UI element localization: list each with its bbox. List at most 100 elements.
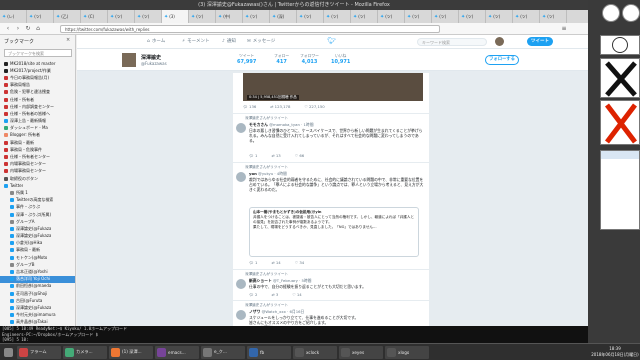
browser-tab[interactable]: ✦ (ツ) <box>513 10 540 23</box>
browser-tab[interactable]: ✦ (ツ) <box>27 10 54 23</box>
reply-icon[interactable]: 💬︎ 1 <box>249 153 257 158</box>
tweet-item[interactable]: 深澤諭史さんがリツイート ノザワ @Watch_xxx · 6月16日 スケジュ… <box>233 300 429 326</box>
nav-home[interactable]: ⌂ ホーム <box>147 38 165 45</box>
bookmark-item[interactable]: 内場事務局センター <box>0 168 75 175</box>
bookmark-item[interactable]: 事務局報告 <box>0 82 75 89</box>
bookmark-item[interactable]: 仕様・所有者の皆様へ <box>0 110 75 117</box>
bookmark-item[interactable]: 落合洋司 Yoji Ochi <box>0 275 75 283</box>
taskbar-item[interactable]: emacs... <box>155 345 199 359</box>
reply-icon[interactable]: 💬︎ 136 <box>243 104 256 109</box>
bookmark-item[interactable]: 深澤論史(@Fukaza <box>0 304 75 311</box>
bookmark-item[interactable]: 所属 1 <box>0 189 75 196</box>
bookmark-item[interactable]: 深澤論史(@Fukaza <box>0 233 75 240</box>
bookmark-item[interactable]: 今日の事務局報告(月) <box>0 74 75 81</box>
follow-button[interactable]: フォローする <box>485 55 519 65</box>
taskbar-item[interactable]: (1) 深澤... <box>109 345 153 359</box>
browser-tab[interactable]: ✦ (深) <box>270 10 297 23</box>
bookmark-item[interactable]: ダッシュボード - Ma <box>0 125 75 132</box>
menu-icon[interactable]: ≡ <box>560 25 568 33</box>
back-icon[interactable]: ‹ <box>4 25 12 33</box>
bookmark-item[interactable]: グループA <box>0 218 75 225</box>
bookmark-item[interactable]: 深澤論史(@Fukaza <box>0 225 75 232</box>
avatar[interactable] <box>236 279 246 289</box>
twitter-search-input[interactable]: キーワード検索 <box>417 38 487 46</box>
clock-window[interactable] <box>600 35 640 55</box>
taskbar-item[interactable]: カメラ... <box>63 345 107 359</box>
like-icon[interactable]: ♡ 66 <box>295 153 304 158</box>
sidebar-title[interactable]: ブックマーク <box>4 38 34 45</box>
reply-icon[interactable]: 💬︎ 2 <box>249 292 257 297</box>
bookmark-item[interactable]: Twitterの高度な検索 <box>0 197 75 204</box>
bookmark-search-input[interactable]: ブックマークを検索 <box>4 49 72 57</box>
taskbar-item[interactable]: xclock <box>293 345 337 359</box>
taskbar-item[interactable]: fb <box>247 345 291 359</box>
browser-tab[interactable]: ✦ (3) <box>162 10 189 23</box>
tweet-item[interactable]: 深澤諭史さんがリツイート 新高ショート @T_February · 5時間 仕事… <box>233 269 429 299</box>
bookmark-item[interactable]: 事件・ぷりぷ <box>0 204 75 211</box>
browser-tab[interactable]: ✦ (中) <box>216 10 243 23</box>
nav-messages[interactable]: ✉ メッセージ <box>247 38 275 45</box>
browser-tab[interactable]: ✦ (ツ) <box>351 10 378 23</box>
taskbar-item[interactable]: xlogo <box>385 345 429 359</box>
reload-icon[interactable]: ↻ <box>24 25 32 33</box>
bookmark-item[interactable]: 仕様・内部調査センター <box>0 103 75 110</box>
browser-tab[interactable]: ✦ (ツ) <box>405 10 432 23</box>
bookmark-item[interactable]: Blogger: 所有者 <box>0 132 75 139</box>
taskbar-item[interactable]: e_ク... <box>201 345 245 359</box>
forward-icon[interactable]: › <box>14 25 22 33</box>
bookmark-item[interactable]: 事務局・最新 <box>0 139 75 146</box>
browser-tab[interactable]: ✦ (ツ) <box>378 10 405 23</box>
browser-tab[interactable]: ✦ (ツ) <box>297 10 324 23</box>
retweet-icon[interactable]: ⇄ 123,178 <box>270 104 290 109</box>
home-icon[interactable]: ⌂ <box>34 25 42 33</box>
like-icon[interactable]: ♡ 227,150 <box>304 104 324 109</box>
browser-tab[interactable]: ✦ (ツ) <box>432 10 459 23</box>
bookmark-item[interactable]: 古田(@Furuta <box>0 297 75 304</box>
bookmark-item[interactable]: 小倉光(@Hika <box>0 240 75 247</box>
bookmark-item[interactable]: 仕様・所有者 <box>0 96 75 103</box>
xlogo-window[interactable] <box>600 58 640 98</box>
reply-icon[interactable]: 💬︎ 1 <box>249 260 257 265</box>
side-window[interactable] <box>600 150 640 230</box>
stat-following[interactable]: フォロー 417 <box>274 53 289 65</box>
retweet-icon[interactable]: ⇄ 14 <box>271 260 280 265</box>
terminal-panel[interactable]: [085] 5 10:49 ReadyNet:~$ Kiyoku/ 1.0ホーム… <box>0 326 588 343</box>
like-icon[interactable]: ♡ 14 <box>292 292 301 297</box>
bookmark-item[interactable]: 深澤上告・最新情報 <box>0 118 75 125</box>
bookmark-item[interactable]: 高井晶彦(@Takai <box>0 319 75 326</box>
browser-tab[interactable]: ✦ (レ) <box>0 10 27 23</box>
browser-tab[interactable]: ✦ (ツ) <box>486 10 513 23</box>
browser-tab[interactable]: ✦ (ツ) <box>459 10 486 23</box>
bookmark-item[interactable]: Twitter <box>0 182 75 189</box>
browser-tab[interactable]: ✦ (ツ) <box>189 10 216 23</box>
xlogo-window[interactable] <box>600 100 640 145</box>
bookmark-item[interactable]: モトケン(@Moto <box>0 254 75 261</box>
browser-tab[interactable]: ✦ (ツ) <box>243 10 270 23</box>
stat-likes[interactable]: いいね 10,971 <box>331 53 350 65</box>
taskbar-clock[interactable]: 18:39 2018年06月18日(月曜日) <box>590 344 640 360</box>
bookmark-item[interactable]: 事務局・最新 <box>0 247 75 254</box>
bookmark-item[interactable]: グループB <box>0 261 75 268</box>
bookmark-item[interactable]: 事務局・危険事件 <box>0 146 75 153</box>
bookmark-item[interactable]: 取締役のボタン <box>0 175 75 182</box>
quoted-tweet[interactable]: 山本一樹(やまもとかずき)の仮説用(@yin 弁護人をつけることは、被疑者・被告… <box>249 207 419 257</box>
url-bar[interactable]: https://twitter.com/fukazawas/with_repli… <box>60 25 440 33</box>
like-icon[interactable]: ♡ 34 <box>295 260 304 265</box>
stat-followers[interactable]: フォロワー 4,013 <box>300 53 319 65</box>
bookmark-item[interactable]: 危険・犯罪と違法捜査 <box>0 89 75 96</box>
bookmark-item[interactable]: MK2017/project/作業 <box>0 67 75 74</box>
browser-tab[interactable]: ✦ (ツ) <box>324 10 351 23</box>
bookmark-item[interactable]: 内場事務局センター <box>0 161 75 168</box>
browser-tab[interactable]: ✦ (ツ) <box>540 10 567 23</box>
bookmark-item[interactable]: 荘司昌子(@Shoji <box>0 290 75 297</box>
avatar[interactable] <box>236 123 246 133</box>
bookmark-item[interactable]: 今村元夫(@imamura <box>0 312 75 319</box>
retweet-icon[interactable]: ⇄ 13 <box>271 153 280 158</box>
browser-tab[interactable]: ✦ (乙) <box>54 10 81 23</box>
profile-avatar[interactable] <box>121 52 137 68</box>
bookmark-item[interactable]: 仕様・所有者センター <box>0 153 75 160</box>
tweet-item[interactable]: 深澤諭史さんがリツイート yon @yukyu · 4時間 裁判ではあらゆる社会… <box>233 162 429 268</box>
taskbar-item[interactable]: フラーム <box>17 345 61 359</box>
account-avatar[interactable] <box>495 37 504 46</box>
stat-tweets[interactable]: ツイート 67,997 <box>237 53 256 65</box>
